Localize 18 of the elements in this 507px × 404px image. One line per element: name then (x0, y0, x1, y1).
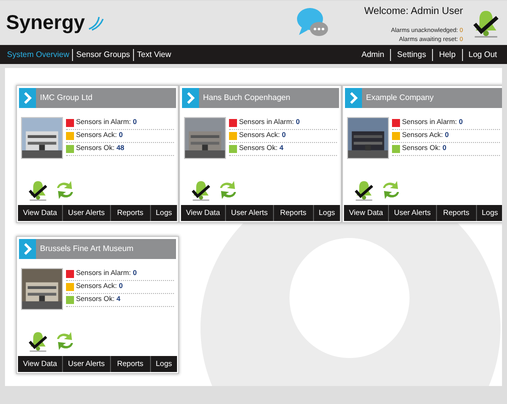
bell-check-icon[interactable] (190, 178, 212, 202)
nav-link[interactable]: System Overview (4, 48, 72, 60)
bell-check-icon[interactable] (27, 329, 49, 353)
nav-link[interactable]: Sensor Groups (72, 48, 134, 60)
bell-check-icon[interactable] (27, 178, 49, 202)
nav-link[interactable]: Text View (133, 48, 174, 60)
nav-link[interactable]: Admin (355, 48, 390, 60)
chevron-icon[interactable] (345, 88, 362, 108)
nav-link[interactable]: Log Out (462, 48, 503, 60)
chevron-icon[interactable] (182, 88, 199, 108)
welcome-text: Welcome: Admin User (364, 5, 463, 19)
logo[interactable]: Synergy (6, 8, 85, 38)
nav-link[interactable]: Help (432, 48, 462, 60)
chevron-icon[interactable] (19, 88, 36, 108)
bell-check-icon[interactable] (353, 178, 375, 202)
nav-link[interactable]: Settings (390, 48, 432, 60)
signal-waves-icon (86, 14, 105, 30)
chevron-icon[interactable] (19, 239, 36, 259)
